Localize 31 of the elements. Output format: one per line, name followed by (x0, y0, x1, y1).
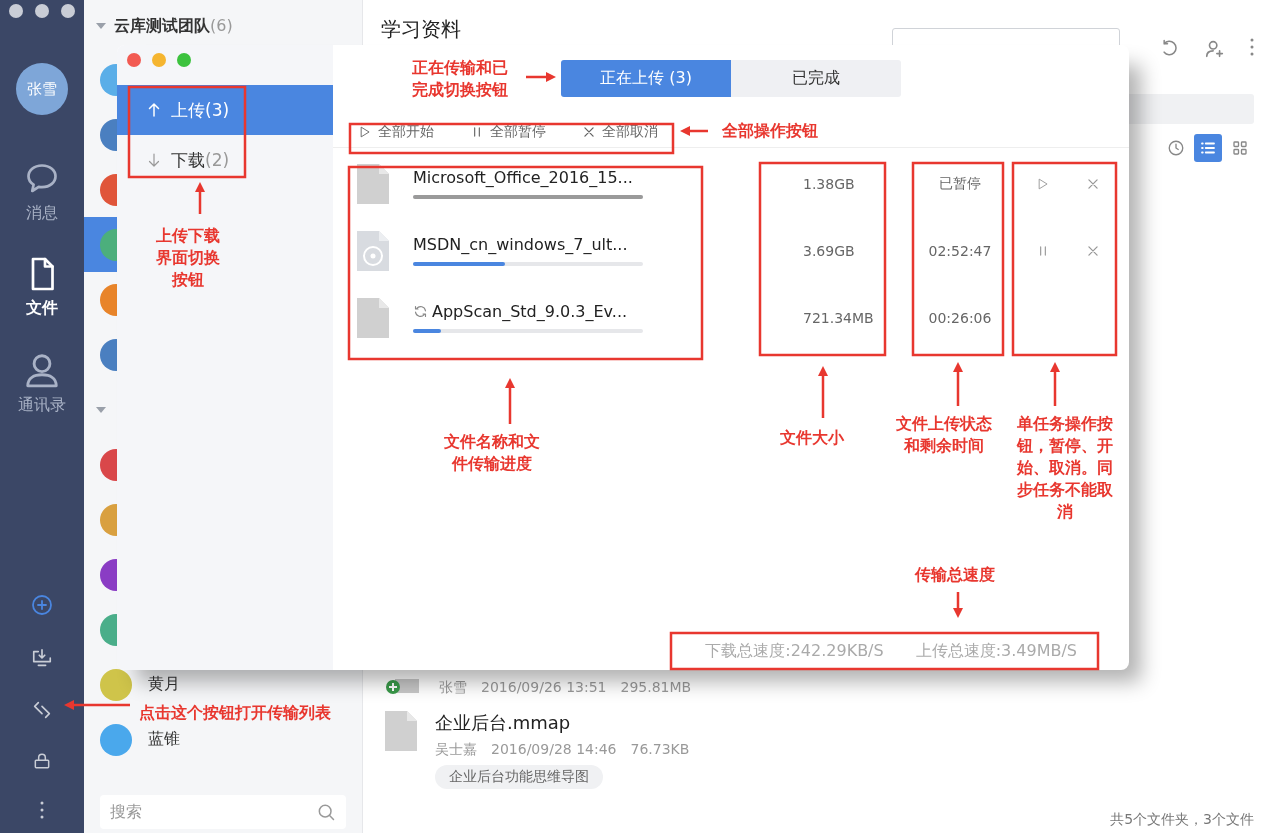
annotation-note: 上传下载界面切换按钮 (155, 225, 221, 291)
annotation-note: 全部操作按钮 (721, 120, 819, 142)
file-owner: 吴士嘉 (435, 741, 477, 759)
transfer-status: 00:26:06 (927, 309, 993, 326)
folder-title: 学习资料 (381, 16, 461, 43)
annotation-note: 单任务操作按钮，暂停、开始、取消。同步任务不能取消 (1015, 413, 1114, 523)
transfer-size: 3.69GB (803, 242, 856, 259)
transfer-file-name: AppScan_Std_9.0.3_Ev... (413, 302, 628, 321)
annotation-note: 正在传输和已完成切换按钮 (411, 57, 509, 101)
file-size: 295.81MB (620, 679, 692, 697)
file-tag: 企业后台功能思维导图 (435, 765, 603, 789)
transfer-status: 02:52:47 (927, 242, 993, 259)
transfer-size: 1.38GB (803, 175, 856, 192)
contact-name: 黄月 (148, 674, 180, 695)
transfer-file-name: Microsoft_Office_2016_15... (413, 168, 633, 187)
annotation-note: 点击这个按钮打开传输列表 (138, 702, 332, 724)
file-date: 2016/09/26 13:51 (481, 679, 607, 697)
annotation-note: 传输总速度 (913, 564, 996, 586)
transfer-speed: 上传总速度:3.49MB/S (915, 641, 1077, 662)
file-count: 共5个文件夹，3个文件 (1110, 811, 1254, 829)
file-owner: 张雪 (439, 679, 467, 697)
annotation-note: 文件大小 (779, 427, 845, 449)
file-size: 76.73KB (630, 741, 690, 759)
transfer-status: 已暂停 (938, 174, 982, 193)
transfer-speed: 下载总速度:242.29KB/S (705, 641, 884, 662)
contact-name: 蓝锥 (148, 729, 180, 750)
file-date: 2016/09/28 14:46 (491, 741, 617, 759)
annotation-note: 文件上传状态和剩余时间 (895, 413, 993, 457)
transfer-file-name: MSDN_cn_windows_7_ult... (413, 235, 628, 254)
annotation-note: 文件名称和文件传输进度 (443, 431, 541, 475)
transfer-size: 721.34MB (803, 309, 875, 326)
